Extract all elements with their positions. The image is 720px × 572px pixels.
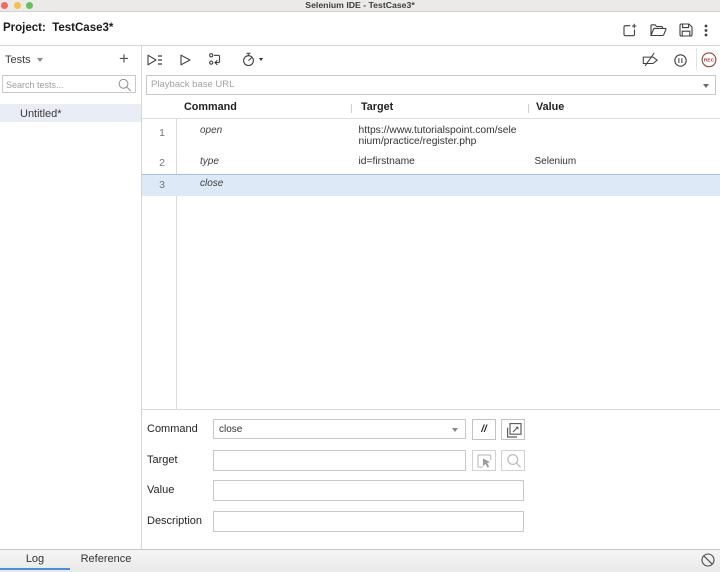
svg-text:REC: REC — [704, 58, 715, 64]
